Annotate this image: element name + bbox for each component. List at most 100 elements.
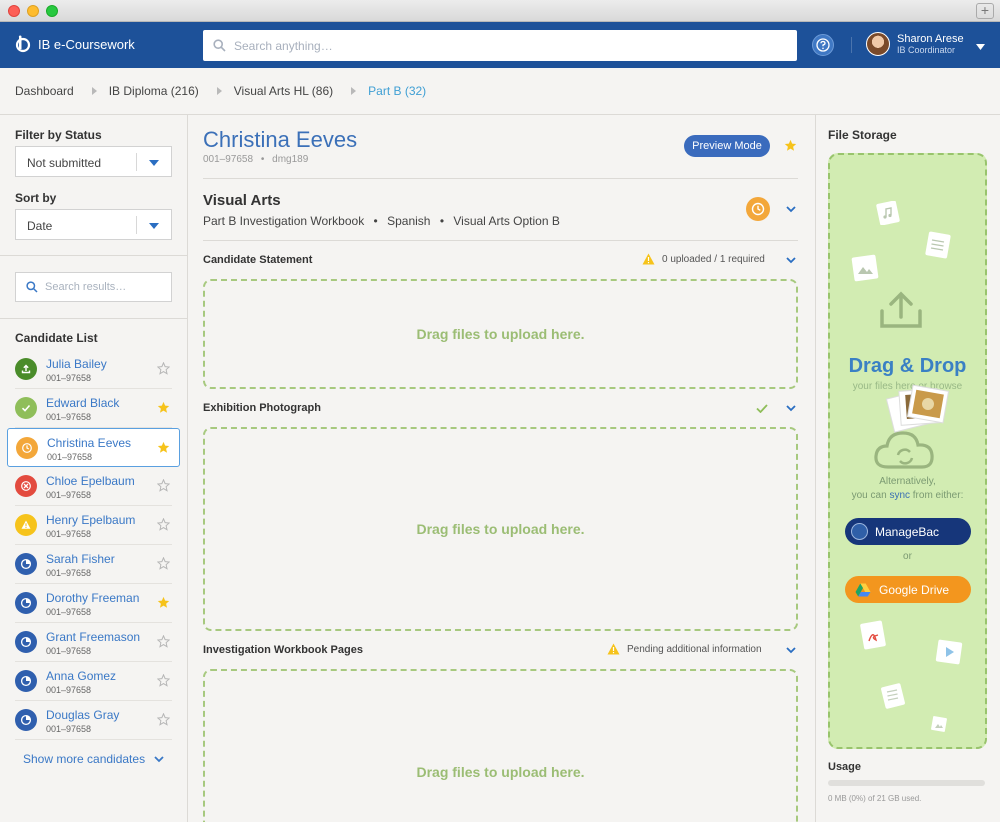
section-title-exhibition-photograph: Exhibition Photograph xyxy=(203,402,321,414)
upload-dropzone-exhibition-photograph[interactable]: Drag files to upload here. xyxy=(203,427,798,631)
breadcrumb-separator-icon xyxy=(351,87,357,95)
candidate-item[interactable]: Sarah Fisher 001–97658 xyxy=(15,545,172,584)
minimize-window-button[interactable] xyxy=(27,5,39,17)
candidate-item[interactable]: Julia Bailey 001–97658 xyxy=(15,350,172,389)
avatar xyxy=(866,32,890,56)
candidate-status-badge xyxy=(15,670,37,692)
drag-drop-title: Drag & Drop xyxy=(848,355,967,377)
star-filled-icon[interactable] xyxy=(157,441,170,454)
candidate-item[interactable]: Grant Freemason 001–97658 xyxy=(15,623,172,662)
chevron-down-icon[interactable] xyxy=(786,405,796,412)
star-outline-icon[interactable] xyxy=(157,518,170,531)
star-outline-icon[interactable] xyxy=(157,713,170,726)
check-icon xyxy=(21,404,31,412)
candidate-item[interactable]: Christina Eeves 001–97658 xyxy=(7,428,180,467)
filter-status-dropdown[interactable]: Not submitted xyxy=(15,146,172,177)
candidate-item[interactable]: Henry Epelbaum 001–97658 xyxy=(15,506,172,545)
upload-dropzone-candidate-statement[interactable]: Drag files to upload here. xyxy=(203,279,798,389)
preview-mode-button[interactable]: Preview Mode xyxy=(684,135,770,157)
breadcrumb-part-b[interactable]: Part B (32) xyxy=(368,84,426,98)
section-title-candidate-statement: Candidate Statement xyxy=(203,254,313,266)
results-search-input[interactable] xyxy=(45,281,155,293)
star-outline-icon[interactable] xyxy=(157,674,170,687)
chevron-down-icon[interactable] xyxy=(976,44,985,50)
student-code: dmg189 xyxy=(272,154,309,165)
new-tab-button[interactable]: + xyxy=(976,3,994,19)
star-filled-icon[interactable] xyxy=(157,596,170,609)
star-outline-icon[interactable] xyxy=(157,362,170,375)
subject-detail-component: Part B Investigation Workbook xyxy=(203,214,365,228)
candidate-item[interactable]: Anna Gomez 001–97658 xyxy=(15,662,172,701)
candidate-item[interactable]: Chloe Epelbaum 001–97658 xyxy=(15,467,172,506)
upload-dropzone-investigation-workbook[interactable]: Drag files to upload here. xyxy=(203,669,798,822)
sync-link[interactable]: sync xyxy=(889,490,910,501)
usage-text: 0 MB (0%) of 21 GB used. xyxy=(828,794,922,803)
chevron-down-icon[interactable] xyxy=(786,257,796,264)
image-file-icon xyxy=(931,716,947,732)
app-logo[interactable]: IB e-Coursework xyxy=(14,35,135,53)
managebac-sync-button[interactable]: ManageBac xyxy=(845,518,971,545)
file-storage-panel: File Storage Drag & Drop your files here… xyxy=(815,115,1000,822)
ib-logo-icon xyxy=(15,35,31,53)
subject-detail-option: Visual Arts Option B xyxy=(453,214,560,228)
chevron-down-icon[interactable] xyxy=(786,206,796,213)
file-storage-title: File Storage xyxy=(828,128,897,142)
breadcrumb: Dashboard IB Diploma (216) Visual Arts H… xyxy=(0,68,1000,115)
candidate-item[interactable]: Dorothy Freeman 001–97658 xyxy=(15,584,172,623)
managebac-icon xyxy=(851,523,868,540)
pending-status-badge xyxy=(746,197,770,221)
star-outline-icon[interactable] xyxy=(157,479,170,492)
section-title-investigation-workbook: Investigation Workbook Pages xyxy=(203,644,363,656)
document-file-icon xyxy=(925,231,951,259)
candidate-name: Edward Black xyxy=(46,396,120,410)
google-drive-sync-button[interactable]: Google Drive xyxy=(845,576,971,603)
progress-icon xyxy=(20,636,32,648)
dropzone-label: Drag files to upload here. xyxy=(416,326,585,342)
sort-dropdown[interactable]: Date xyxy=(15,209,172,240)
star-filled-icon[interactable] xyxy=(157,401,170,414)
file-storage-dropzone[interactable]: Drag & Drop your files here or browse Al… xyxy=(828,153,987,749)
candidate-id: 001–97658 xyxy=(46,685,92,695)
divider xyxy=(0,255,187,256)
star-outline-icon[interactable] xyxy=(157,557,170,570)
candidate-status-badge xyxy=(15,514,37,536)
results-search[interactable] xyxy=(15,272,172,302)
breadcrumb-dashboard[interactable]: Dashboard xyxy=(15,84,74,98)
star-icon[interactable] xyxy=(784,139,797,152)
candidate-item[interactable]: Douglas Gray 001–97658 xyxy=(15,701,172,740)
app-header: IB e-Coursework Sharon Arese IB Coordina… xyxy=(0,22,1000,68)
upload-icon xyxy=(21,364,31,374)
help-icon xyxy=(816,38,830,52)
check-icon xyxy=(756,404,768,413)
warning-icon xyxy=(607,643,620,655)
divider xyxy=(203,178,798,179)
progress-icon xyxy=(20,675,32,687)
breadcrumb-ib-diploma[interactable]: IB Diploma (216) xyxy=(109,84,199,98)
global-search[interactable] xyxy=(203,30,797,61)
music-file-icon xyxy=(876,201,900,225)
show-more-candidates-button[interactable]: Show more candidates xyxy=(23,752,164,766)
candidate-status-badge xyxy=(16,437,38,459)
chevron-down-icon[interactable] xyxy=(786,647,796,654)
candidate-status-badge xyxy=(15,397,37,419)
user-menu[interactable]: Sharon Arese IB Coordinator xyxy=(866,32,964,56)
global-search-input[interactable] xyxy=(234,38,774,53)
maximize-window-button[interactable] xyxy=(46,5,58,17)
candidate-status-badge xyxy=(15,475,37,497)
help-button[interactable] xyxy=(812,34,834,56)
candidate-status-badge xyxy=(15,358,37,380)
close-window-button[interactable] xyxy=(8,5,20,17)
student-id: 001–97658 xyxy=(203,154,254,165)
progress-icon xyxy=(20,714,32,726)
section-status-text: 0 uploaded / 1 required xyxy=(662,253,765,265)
progress-icon xyxy=(20,558,32,570)
candidate-name: Christina Eeves xyxy=(47,436,132,450)
breadcrumb-visual-arts-hl[interactable]: Visual Arts HL (86) xyxy=(234,84,333,98)
warning-icon xyxy=(642,253,655,265)
candidate-item[interactable]: Edward Black 001–97658 xyxy=(15,389,172,428)
sync-instructions: Alternatively, you can sync from either: xyxy=(830,475,985,503)
section-status-text: Pending additional information xyxy=(627,643,762,655)
candidate-name: Julia Bailey xyxy=(46,357,107,371)
user-name: Sharon Arese xyxy=(897,32,964,45)
star-outline-icon[interactable] xyxy=(157,635,170,648)
